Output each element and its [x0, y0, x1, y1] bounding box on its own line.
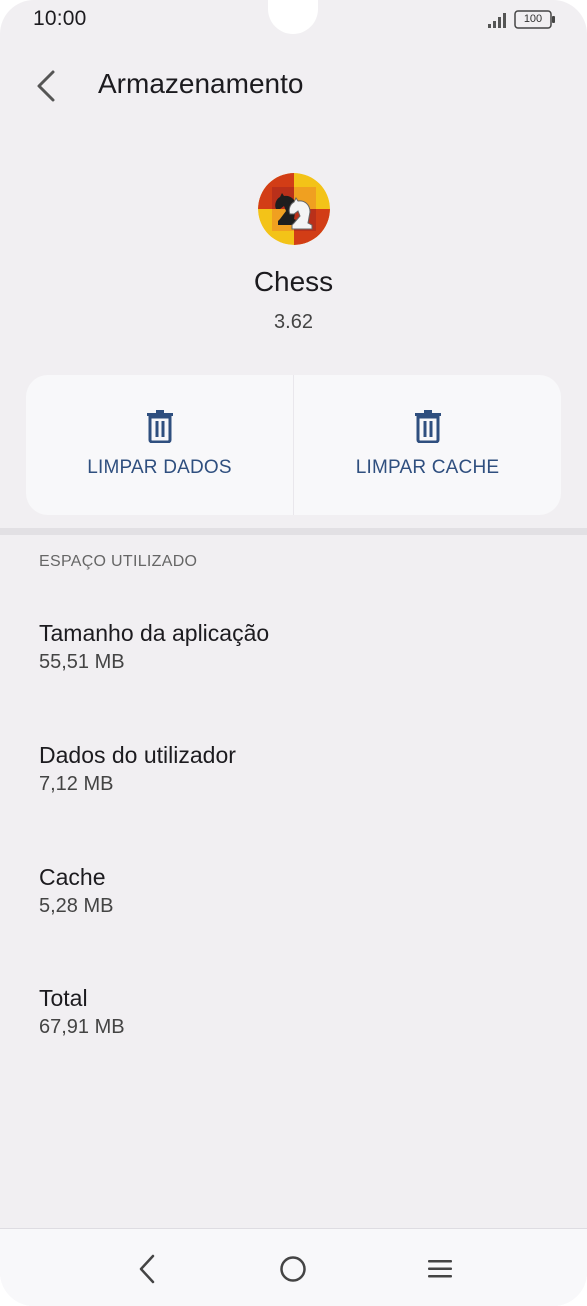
storage-item-cache: Cache 5,28 MB — [39, 862, 539, 920]
trash-icon — [414, 410, 441, 443]
nav-menu-icon — [428, 1260, 452, 1278]
app-bar: Armazenamento — [0, 56, 587, 116]
back-button[interactable] — [24, 64, 68, 108]
storage-item-label: Total — [39, 985, 88, 1011]
signal-icon — [488, 13, 506, 28]
storage-item-app-size: Tamanho da aplicação 55,51 MB — [39, 618, 539, 676]
storage-item-value: 55,51 MB — [39, 651, 125, 673]
clear-cache-button[interactable]: LIMPAR CACHE — [293, 375, 561, 515]
nav-menu-button[interactable] — [418, 1249, 462, 1289]
app-name: Chess — [253, 266, 334, 297]
storage-item-user-data: Dados do utilizador 7,12 MB — [39, 740, 539, 798]
back-arrow-icon — [37, 70, 55, 102]
clear-cache-label: LIMPAR CACHE — [355, 457, 500, 478]
storage-item-value: 5,28 MB — [39, 895, 114, 917]
storage-item-label: Dados do utilizador — [39, 742, 236, 768]
nav-back-button[interactable] — [125, 1249, 169, 1289]
chess-knight-icon — [258, 173, 330, 245]
storage-item-total: Total 67,91 MB — [39, 983, 539, 1041]
camera-notch — [268, 0, 318, 34]
section-header-used-space: ESPAÇO UTILIZADO — [39, 553, 198, 570]
storage-item-value: 67,91 MB — [39, 1016, 125, 1038]
clear-data-label: LIMPAR DADOS — [87, 457, 232, 478]
trash-icon — [146, 410, 173, 443]
page-title: Armazenamento — [98, 68, 304, 99]
screen: 10:00 100 Armazenamento Chess 3.62 LIMPA… — [0, 0, 587, 1306]
app-version: 3.62 — [274, 311, 313, 333]
action-card: LIMPAR DADOS LIMPAR CACHE — [26, 375, 561, 515]
storage-item-label: Tamanho da aplicação — [39, 620, 270, 646]
status-bar: 10:00 100 — [0, 0, 587, 40]
status-time: 10:00 — [33, 7, 87, 30]
battery-level: 100 — [523, 13, 543, 25]
storage-item-value: 7,12 MB — [39, 773, 114, 795]
nav-home-button[interactable] — [271, 1249, 315, 1289]
clear-data-button[interactable]: LIMPAR DADOS — [26, 375, 293, 515]
storage-item-label: Cache — [39, 864, 106, 890]
section-divider — [0, 528, 587, 535]
nav-back-icon — [139, 1254, 155, 1284]
navigation-bar — [0, 1228, 587, 1306]
nav-home-icon — [280, 1256, 306, 1282]
